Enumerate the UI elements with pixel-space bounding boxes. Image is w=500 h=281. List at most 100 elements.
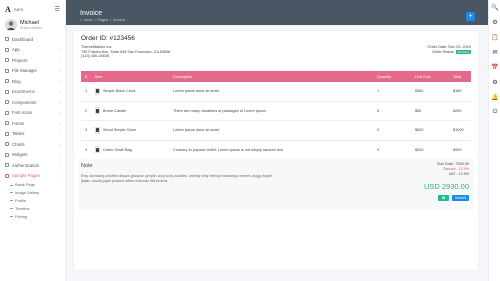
row-item: Simple Black Clock	[93, 87, 173, 95]
sidebar: A Aero ☰ Michael Super Admin Dashboard A…	[0, 0, 66, 281]
sidebar-item-blog[interactable]: Blog ›	[0, 76, 65, 87]
sidebar-item-components[interactable]: Components ›	[0, 97, 65, 108]
user-profile[interactable]: Michael Super Admin	[0, 15, 65, 34]
clipboard-icon[interactable]: 📋	[489, 30, 500, 45]
chevron-right-icon: ›	[58, 89, 60, 95]
bell-icon[interactable]: 🔔	[489, 90, 500, 105]
sidebar-subitem-blank-page[interactable]: Blank Page	[0, 181, 65, 189]
sidebar-item-label: Components	[12, 99, 37, 105]
hamburger-icon[interactable]: ☰	[55, 6, 60, 13]
dash-icon	[10, 207, 13, 209]
product-thumbnail	[95, 87, 100, 95]
sidebar-subitem-label: Blank Page	[15, 182, 35, 188]
page-header: Invoice ⌂ Aero / Pages / Invoice +	[66, 0, 488, 25]
order-meta: Order Date: Dec 03, 2019 Order Status: S…	[428, 45, 471, 54]
row-description: Contrary to popular belief, Lorem Ipsum …	[173, 147, 283, 152]
pages-icon	[5, 173, 9, 178]
column-header: Unit Cost	[415, 74, 431, 79]
submit-button[interactable]: Submit	[452, 195, 469, 201]
column-header: Description	[173, 74, 192, 79]
sidebar-item-label: Widgets	[12, 152, 28, 158]
product-thumbnail	[95, 126, 100, 134]
breadcrumb-item[interactable]: Pages	[97, 18, 108, 22]
gear-icon[interactable]: ⚙	[489, 75, 500, 90]
search-icon[interactable]: 🔍	[489, 0, 500, 15]
brand[interactable]: A Aero ☰	[0, 3, 65, 15]
sidebar-item-ecommerce[interactable]: Ecommerce ›	[0, 87, 65, 98]
charts-icon	[5, 142, 9, 147]
settings-icon[interactable]: ⚙	[489, 15, 500, 30]
sidebar-item-label: Charts	[12, 141, 25, 147]
chevron-right-icon: ›	[58, 47, 60, 53]
calendar-icon[interactable]: 📅	[489, 60, 500, 75]
note-title: Note	[81, 163, 93, 169]
table-header: # Item Description Quantity Unit Cost To…	[81, 71, 471, 82]
note-section: Note Etsy doostang zoodles disqus groupo…	[78, 159, 474, 210]
row-total: $900	[453, 147, 462, 152]
sidebar-item-label: File Manager	[12, 68, 38, 74]
row-total: $1000	[453, 128, 464, 133]
row-total: $380	[453, 89, 462, 94]
sidebar-subitem-label: Pricing	[15, 213, 27, 219]
table-row: 2 Brone Candle There are many variations…	[81, 102, 471, 121]
breadcrumb-separator: /	[110, 18, 112, 22]
row-quantity: 3	[377, 147, 380, 152]
projects-icon	[5, 58, 9, 63]
sidebar-item-dashboard[interactable]: Dashboard	[0, 34, 65, 45]
grand-total: USD 2930.00	[423, 182, 469, 191]
breadcrumb-item[interactable]: Aero	[84, 18, 92, 22]
sidebar-item-label: Font Icons	[12, 110, 33, 116]
page-title: Invoice	[80, 10, 103, 17]
widgets-icon	[5, 152, 9, 157]
order-status-label: Order Status:	[432, 49, 455, 54]
sidebar-item-font-icons[interactable]: Font Icons ›	[0, 108, 65, 119]
row-description: Lorem ipsum dolor sit amet.	[173, 128, 220, 133]
chevron-right-icon: ›	[58, 141, 60, 147]
sidebar-item-label: Dashboard	[12, 36, 34, 42]
chevron-right-icon: ›	[58, 131, 60, 137]
mail-icon[interactable]: ✉	[489, 45, 500, 60]
column-header: #	[85, 74, 88, 79]
print-button[interactable]: 🖶	[438, 195, 449, 201]
table-row: 3 Wood Simple Clock Lorem ipsum dolor si…	[81, 121, 471, 141]
chevron-right-icon: ›	[58, 120, 60, 126]
main-content: Invoice ⌂ Aero / Pages / Invoice + Order…	[66, 0, 488, 281]
sidebar-item-tables[interactable]: Tables ›	[0, 129, 65, 140]
sidebar-item-label: Sample Pages	[12, 173, 40, 179]
add-button[interactable]: +	[466, 12, 475, 21]
product-thumbnail	[95, 146, 100, 154]
power-icon[interactable]: ⏻	[489, 105, 500, 120]
sidebar-item-charts[interactable]: Charts ›	[0, 139, 65, 150]
sidebar-item-authentication[interactable]: Authentication ›	[0, 160, 65, 171]
components-icon	[5, 100, 9, 105]
table-row: 1 Simple Black Clock Lorem ipsum dolor s…	[81, 82, 471, 102]
invoice-table: # Item Description Quantity Unit Cost To…	[81, 71, 471, 160]
row-item: Wood Simple Clock	[93, 126, 173, 134]
app-window: A Aero ☰ Michael Super Admin Dashboard A…	[0, 0, 500, 281]
sidebar-subitem-label: Profile	[15, 197, 27, 203]
sidebar-subitem-label: Image Gallery	[15, 190, 40, 196]
column-header: Total	[453, 74, 462, 79]
brand-logo: A	[5, 4, 11, 14]
invoice-card: Order ID: #123456 ThemeMakker Inc. 795 F…	[74, 31, 478, 270]
dashboard-icon	[5, 37, 9, 42]
sidebar-item-forms[interactable]: Forms ›	[0, 118, 65, 129]
sidebar-item-widgets[interactable]: Widgets ›	[0, 150, 65, 161]
sidebar-subitem-profile[interactable]: Profile	[0, 197, 65, 205]
sidebar-item-file-manager[interactable]: File Manager ›	[0, 66, 65, 77]
home-icon[interactable]: ⌂	[80, 18, 82, 22]
chevron-right-icon: ›	[58, 99, 60, 105]
row-unit-cost: $300	[415, 147, 424, 152]
table-row: 4 Unero Small Bag Contrary to popular be…	[81, 141, 471, 160]
sidebar-subitem-image-gallery[interactable]: Image Gallery	[0, 189, 65, 197]
sidebar-item-label: Authentication	[12, 162, 40, 168]
sidebar-item-sample-pages[interactable]: Sample Pages ›	[0, 171, 65, 182]
chevron-right-icon: ›	[58, 78, 60, 84]
tables-icon	[5, 131, 9, 136]
status-badge: Success	[455, 49, 471, 54]
sidebar-subitem-timeline[interactable]: Timeline	[0, 204, 65, 212]
sidebar-item-app[interactable]: App ›	[0, 45, 65, 56]
sidebar-subitem-pricing[interactable]: Pricing	[0, 212, 65, 220]
row-item: Brone Candle	[93, 107, 173, 115]
sidebar-item-projects[interactable]: Projects ›	[0, 55, 65, 66]
